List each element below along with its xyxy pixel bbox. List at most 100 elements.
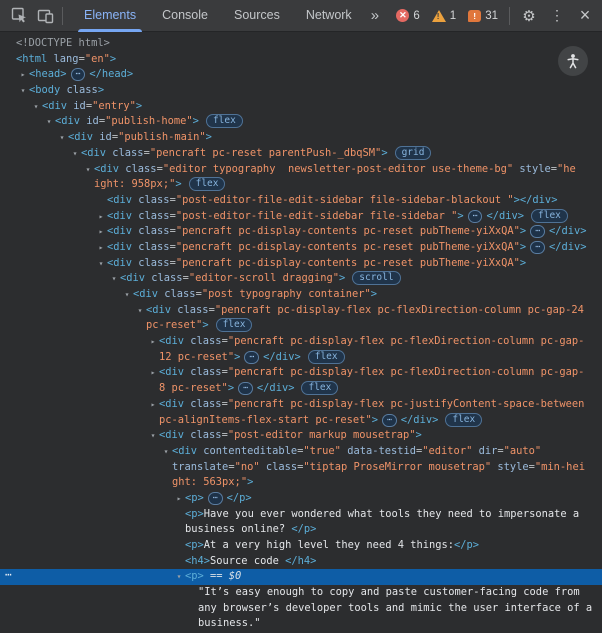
dom-tree-row[interactable]: ▸ <p> ⋯ </p> xyxy=(0,491,602,507)
dom-tree-row[interactable]: ▾ <div class="post-editor markup mousetra… xyxy=(0,428,602,444)
inline-expand-button[interactable]: ⋯ xyxy=(244,350,260,364)
expand-arrow-icon[interactable]: ▾ xyxy=(121,287,133,303)
issues-count-badge[interactable]: ! 31 xyxy=(463,9,503,22)
inspect-element-icon[interactable] xyxy=(6,3,32,29)
more-tabs-icon[interactable]: » xyxy=(365,0,385,32)
expand-arrow-icon[interactable]: ▾ xyxy=(17,83,29,99)
dom-tree-row[interactable]: <h4>Source code </h4> xyxy=(0,554,602,570)
dom-tree-row[interactable]: ▸ <div class="pencraft pc-display-content… xyxy=(0,240,602,256)
dom-tree-row[interactable]: ▸ <div class="post-editor-file-edit-sideb… xyxy=(0,208,602,225)
expand-arrow-icon[interactable]: ▾ xyxy=(56,130,68,146)
layout-badge-flex[interactable]: flex xyxy=(215,318,253,333)
device-toolbar-icon[interactable] xyxy=(32,3,58,29)
dom-tree-row[interactable]: <!DOCTYPE html> xyxy=(0,36,602,52)
code-segment: <body xyxy=(29,84,61,97)
layout-badge-scroll[interactable]: scroll xyxy=(352,271,401,286)
close-devtools-icon[interactable]: × xyxy=(572,3,598,29)
dom-tree-row[interactable]: business." xyxy=(0,616,602,632)
expand-arrow-icon[interactable]: ▾ xyxy=(173,569,185,585)
dom-tree-row[interactable]: ▸ <head> ⋯ </head> xyxy=(0,67,602,83)
expand-arrow-icon[interactable]: ▾ xyxy=(134,303,146,319)
expand-arrow-icon[interactable]: ▸ xyxy=(95,240,107,256)
expand-arrow-icon[interactable]: ▾ xyxy=(82,162,94,178)
inline-expand-button[interactable]: ⋯ xyxy=(381,413,397,427)
layout-badge-flex[interactable]: flex xyxy=(301,381,339,396)
dom-tree-row[interactable]: any browser’s developer tools and mimic … xyxy=(0,601,602,617)
expand-arrow-icon[interactable]: ▾ xyxy=(43,114,55,130)
dom-tree-row[interactable]: ▾ <div class="editor-scroll dragging"> scr… xyxy=(0,271,602,287)
dom-tree-row[interactable]: ight: 958px;"> flex xyxy=(0,177,602,193)
dom-tree-row[interactable]: ▾ <div id="publish-main"> xyxy=(0,130,602,146)
dom-tree-row[interactable]: ▾ <div id="entry"> xyxy=(0,99,602,115)
expand-arrow-icon[interactable]: ▸ xyxy=(95,224,107,240)
accessibility-overlay-button[interactable] xyxy=(558,46,588,76)
dom-tree-row[interactable]: ▸ <div class="pencraft pc-display-flex pc… xyxy=(0,397,602,413)
expand-arrow-icon[interactable]: ▸ xyxy=(95,209,107,225)
dom-tree-row[interactable]: <html lang="en"> xyxy=(0,52,602,68)
dom-tree-row[interactable]: 8 pc-reset"> ⋯ </div> flex xyxy=(0,381,602,397)
dom-tree-row[interactable]: ▾ <div id="publish-home"> flex xyxy=(0,114,602,130)
dom-tree-row[interactable]: ▾ <div class="pencraft pc-display-content… xyxy=(0,256,602,272)
tab-elements[interactable]: Elements xyxy=(71,0,149,32)
error-count-badge[interactable]: ✕ 6 xyxy=(391,9,424,22)
dom-tree-row[interactable]: pc-reset"> flex xyxy=(0,318,602,334)
overflow-menu-icon[interactable]: ⋮ xyxy=(544,3,570,29)
dom-tree-row[interactable]: ▾ <div class="post typography container"> xyxy=(0,287,602,303)
dom-tree-row[interactable]: ▸ <div class="pencraft pc-display-flex pc… xyxy=(0,365,602,381)
dom-tree-row[interactable]: ▸ <div class="pencraft pc-display-content… xyxy=(0,224,602,240)
expand-arrow-icon[interactable]: ▸ xyxy=(173,491,185,507)
layout-badge-grid[interactable]: grid xyxy=(394,145,432,160)
code-segment: pc-alignItems-flex-start pc-reset" xyxy=(159,413,372,426)
dom-tree-row[interactable]: "It’s easy enough to copy and paste cust… xyxy=(0,585,602,601)
dom-tree-row-selected[interactable]: ⋯ ▾ <p> == $0 xyxy=(0,567,602,586)
dom-tree-row[interactable]: 12 pc-reset"> ⋯ </div> flex xyxy=(0,349,602,366)
dom-tree-row[interactable]: ▾ <div class="editor typography newslette… xyxy=(0,162,602,178)
tab-console[interactable]: Console xyxy=(149,0,221,32)
layout-badge-flex[interactable]: flex xyxy=(205,114,243,129)
expand-arrow-icon[interactable]: ▾ xyxy=(95,256,107,272)
layout-badge-flex[interactable]: flex xyxy=(307,349,345,364)
expand-arrow-icon[interactable]: ▸ xyxy=(17,67,29,83)
dom-tree-row[interactable]: ▾ <div class="pencraft pc-display-flex pc… xyxy=(0,303,602,319)
layout-badge-flex[interactable]: flex xyxy=(531,208,568,223)
inline-expand-button[interactable]: ⋯ xyxy=(207,491,223,505)
code-segment: </p> xyxy=(226,491,252,504)
dom-tree-row[interactable]: <div class="post-editor-file-edit-sideba… xyxy=(0,193,602,209)
tab-network[interactable]: Network xyxy=(293,0,365,32)
dom-tree-row[interactable]: <p>Have you ever wondered what tools the… xyxy=(0,507,602,523)
dom-tree-row[interactable]: ▾ <div contenteditable="true" data-testid… xyxy=(0,444,602,460)
dom-tree-row[interactable]: business online? </p> xyxy=(0,522,602,538)
expand-arrow-icon[interactable]: ▾ xyxy=(147,428,159,444)
expand-arrow-icon[interactable]: ▾ xyxy=(30,99,42,115)
inline-expand-button[interactable]: ⋯ xyxy=(238,382,253,396)
dom-tree-row[interactable]: ▸ <div class="pencraft pc-display-flex pc… xyxy=(0,334,602,350)
code-segment: <head> xyxy=(29,68,67,81)
code-segment: <div xyxy=(68,131,94,144)
expand-arrow-icon[interactable]: ▾ xyxy=(108,271,120,287)
tab-sources[interactable]: Sources xyxy=(221,0,293,32)
code-segment: > xyxy=(519,256,527,269)
expand-arrow-icon[interactable]: ▾ xyxy=(160,444,172,460)
warning-count-badge[interactable]: ! 1 xyxy=(427,9,461,22)
settings-gear-icon[interactable]: ⚙ xyxy=(516,3,542,29)
inline-expand-button[interactable]: ⋯ xyxy=(70,68,86,82)
inline-expand-button[interactable]: ⋯ xyxy=(467,209,483,223)
code-segment: ight: 958px;" xyxy=(94,178,176,191)
inline-expand-button[interactable]: ⋯ xyxy=(530,240,546,254)
layout-badge-flex[interactable]: flex xyxy=(188,177,226,192)
dom-tree-row[interactable]: ▾ <div class="pencraft pc-reset parentPus… xyxy=(0,145,602,162)
layout-badge-flex[interactable]: flex xyxy=(445,412,483,427)
row-menu-dots-icon[interactable]: ⋯ xyxy=(5,567,13,583)
inline-expand-button[interactable]: ⋯ xyxy=(530,225,546,239)
code-segment: <div xyxy=(94,162,120,175)
dom-tree-row[interactable]: ght: 563px;"> xyxy=(0,475,602,491)
dom-tree-row[interactable]: ▾ <body class> xyxy=(0,83,602,99)
expand-arrow-icon[interactable]: ▸ xyxy=(147,334,159,350)
expand-arrow-icon[interactable]: ▸ xyxy=(147,397,159,413)
dom-tree-row[interactable]: pc-alignItems-flex-start pc-reset"> ⋯ </di… xyxy=(0,412,602,429)
expand-arrow-icon[interactable]: ▾ xyxy=(69,146,81,162)
dom-tree-row[interactable]: <p>At a very high level they need 4 thin… xyxy=(0,538,602,554)
dom-tree-row[interactable]: translate="no" class="tiptap ProseMirror… xyxy=(0,460,602,476)
expand-arrow-icon[interactable]: ▸ xyxy=(147,365,159,381)
code-segment: "auto" xyxy=(503,444,542,457)
